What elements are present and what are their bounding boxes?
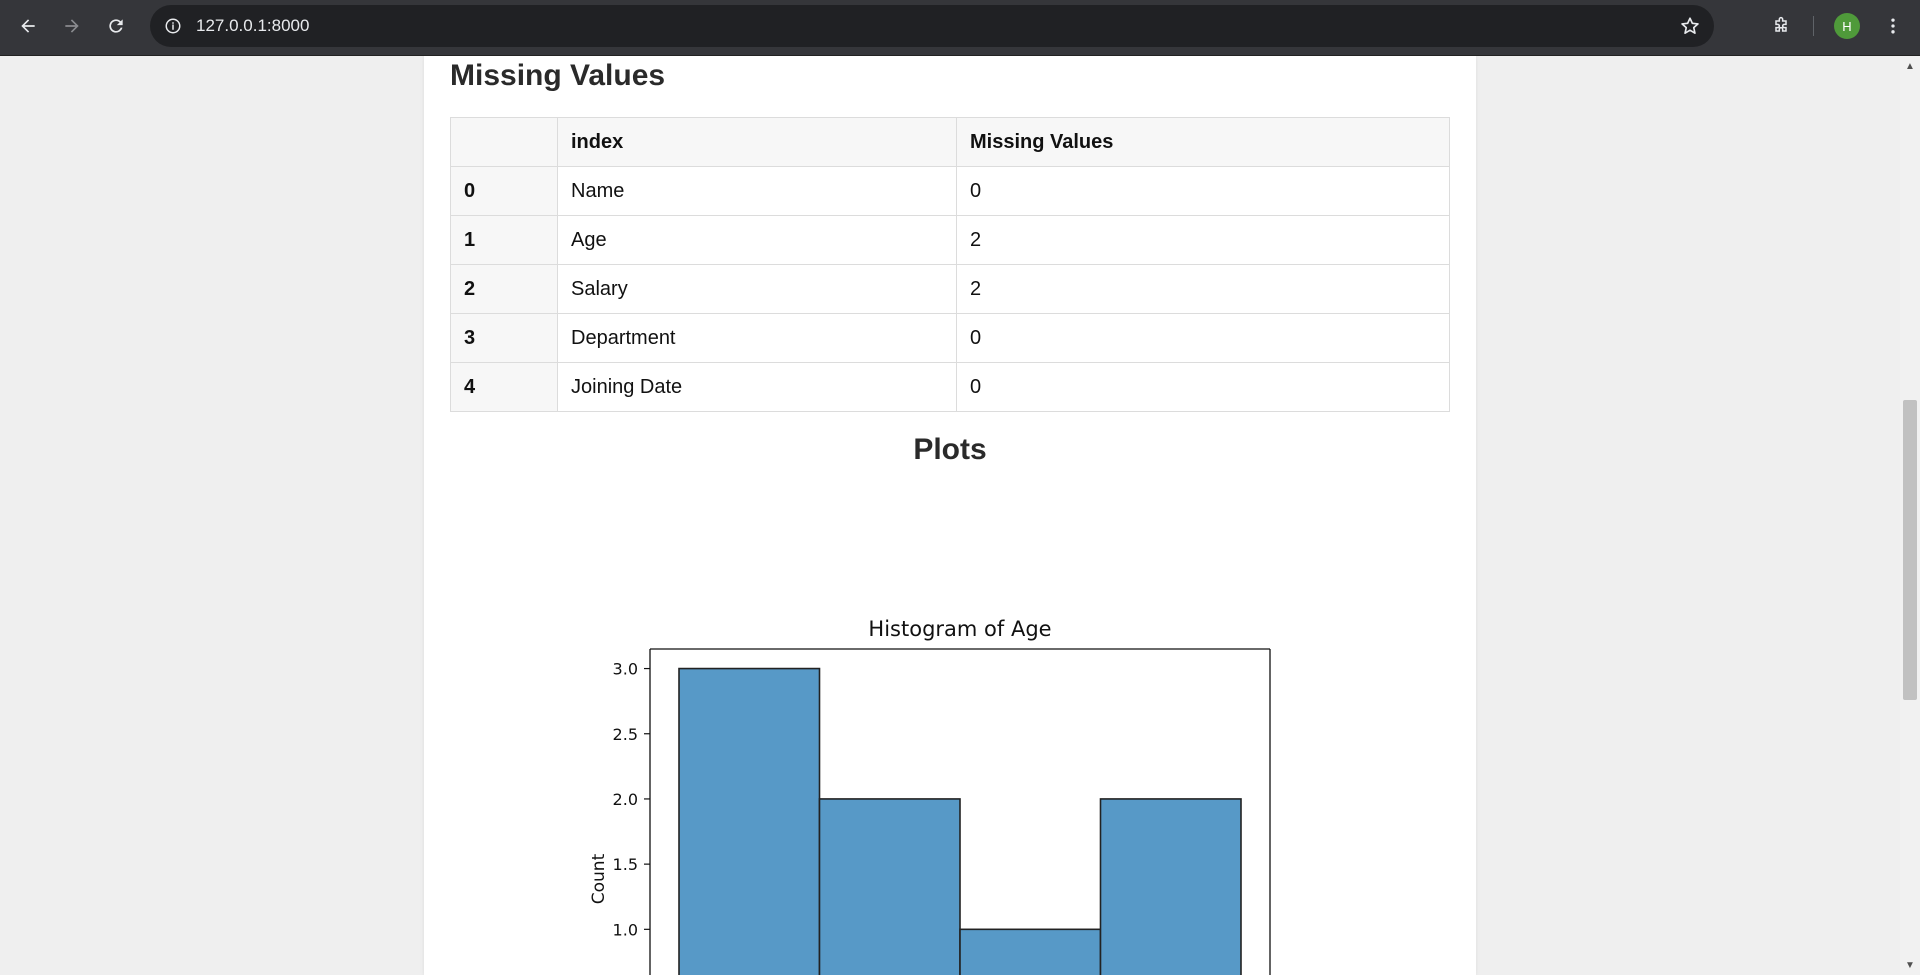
histogram-chart: Histogram of Age Count 3.0 2.5 2.0 1.5 1.0 — [574, 548, 1314, 975]
row-index: Department — [557, 313, 957, 363]
reload-icon — [109, 19, 123, 33]
address-bar[interactable]: 127.0.0.1:8000 — [150, 5, 1714, 47]
table-row: 2 Salary 2 — [450, 264, 1450, 314]
table-header-missing-values: Missing Values — [956, 117, 1450, 167]
extensions-button[interactable] — [1765, 10, 1797, 42]
forward-button[interactable] — [56, 10, 88, 42]
missing-values-table: index Missing Values 0 Name 0 1 Age 2 2 … — [450, 117, 1450, 412]
histogram-bar — [818, 798, 961, 975]
row-index: Salary — [557, 264, 957, 314]
table-header-row: index Missing Values — [450, 117, 1450, 167]
row-id: 2 — [450, 264, 558, 314]
chart-title: Histogram of Age — [868, 617, 1051, 641]
missing-values-heading: Missing Values — [450, 59, 666, 92]
row-id: 4 — [450, 362, 558, 412]
row-missing-count: 0 — [956, 362, 1450, 412]
page-scrollbar[interactable]: ▲ ▼ — [1900, 56, 1920, 975]
row-index: Joining Date — [557, 362, 957, 412]
table-header-index: index — [557, 117, 957, 167]
menu-button[interactable] — [1877, 10, 1909, 42]
plots-heading: Plots — [913, 433, 987, 466]
scroll-up-icon[interactable]: ▲ — [1904, 60, 1916, 72]
row-missing-count: 2 — [956, 215, 1450, 265]
row-id: 3 — [450, 313, 558, 363]
page-viewport: Missing Values index Missing Values 0 Na… — [0, 56, 1920, 975]
back-arrow-icon — [21, 19, 35, 33]
site-info-icon[interactable] — [162, 15, 184, 37]
row-index: Age — [557, 215, 957, 265]
table-row: 1 Age 2 — [450, 215, 1450, 265]
row-id: 1 — [450, 215, 558, 265]
puzzle-icon — [1775, 16, 1787, 32]
table-row: 3 Department 0 — [450, 313, 1450, 363]
kebab-menu-icon — [1891, 18, 1895, 34]
row-missing-count: 0 — [956, 166, 1450, 216]
browser-toolbar: 127.0.0.1:8000 H — [0, 0, 1920, 56]
row-index: Name — [557, 166, 957, 216]
histogram-bar — [678, 667, 821, 975]
table-header-blank — [450, 117, 558, 167]
y-tick-label: 2.5 — [613, 725, 638, 744]
row-id: 0 — [450, 166, 558, 216]
forward-arrow-icon — [65, 19, 79, 33]
toolbar-divider — [1813, 16, 1814, 36]
histogram-svg: Histogram of Age Count 3.0 2.5 2.0 1.5 1.0 — [589, 617, 1271, 975]
y-tick-label: 2.0 — [613, 790, 638, 809]
scroll-down-icon[interactable]: ▼ — [1904, 959, 1916, 971]
y-axis-label: Count — [589, 853, 609, 904]
histogram-bar — [959, 928, 1102, 975]
content-card: Missing Values index Missing Values 0 Na… — [424, 56, 1476, 975]
reload-button[interactable] — [100, 10, 132, 42]
bookmark-star-icon[interactable] — [1678, 14, 1702, 38]
row-missing-count: 2 — [956, 264, 1450, 314]
row-missing-count: 0 — [956, 313, 1450, 363]
profile-avatar[interactable]: H — [1834, 13, 1860, 39]
table-row: 4 Joining Date 0 — [450, 362, 1450, 412]
y-tick-label: 3.0 — [613, 660, 638, 679]
histogram-bar — [1099, 798, 1242, 975]
scroll-thumb[interactable] — [1903, 400, 1917, 700]
table-row: 0 Name 0 — [450, 166, 1450, 216]
back-button[interactable] — [12, 10, 44, 42]
url-text[interactable]: 127.0.0.1:8000 — [196, 16, 309, 36]
y-tick-label: 1.5 — [613, 855, 638, 874]
y-tick-label: 1.0 — [613, 920, 638, 939]
